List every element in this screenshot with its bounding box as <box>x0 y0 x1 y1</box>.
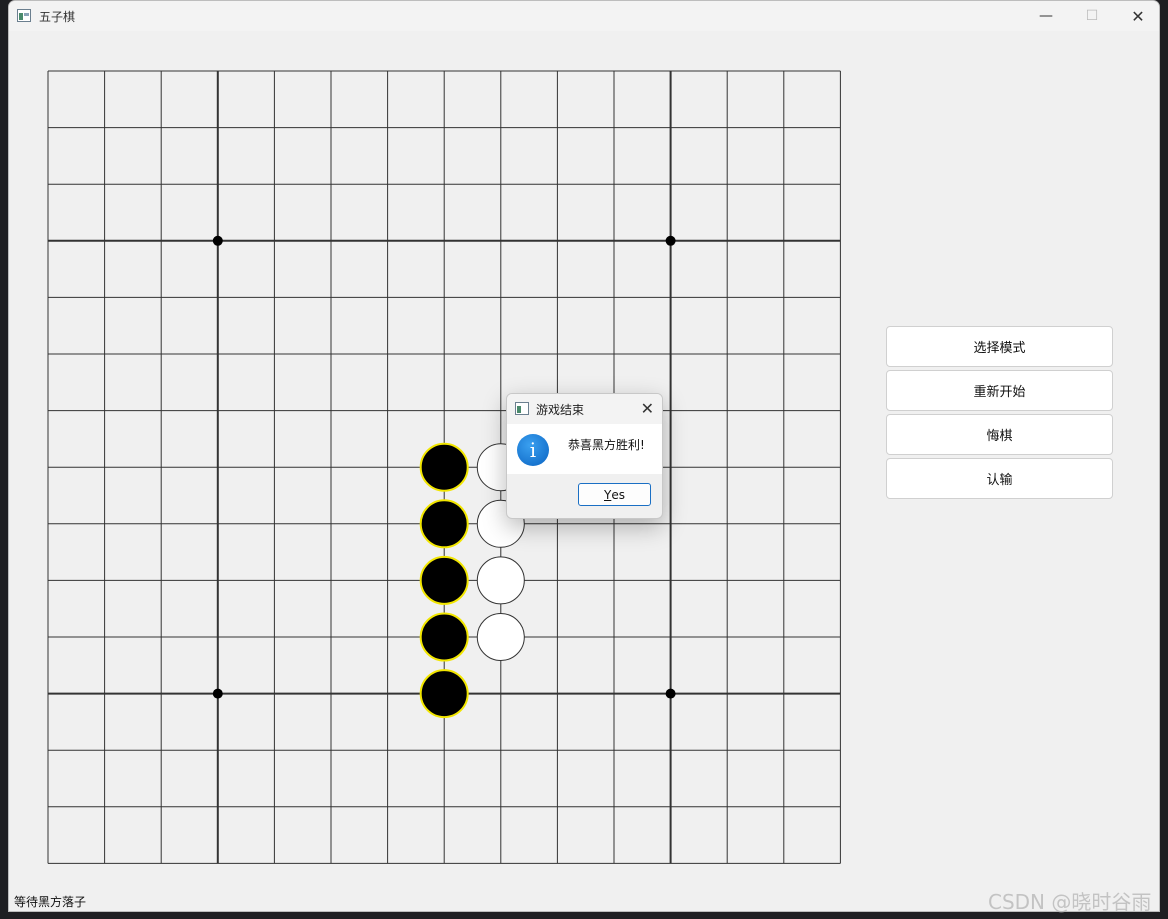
black-stone <box>419 555 469 605</box>
resign-button[interactable]: 认输 <box>886 458 1113 499</box>
star-point <box>212 688 223 699</box>
yes-label: es <box>611 487 625 502</box>
dialog-message: 恭喜黑方胜利! <box>568 438 645 452</box>
select-mode-button[interactable]: 选择模式 <box>886 326 1113 367</box>
star-point <box>212 235 223 246</box>
dialog-title: 游戏结束 <box>536 403 585 417</box>
star-point <box>665 235 676 246</box>
watermark: CSDN @晓时谷雨 <box>988 890 1152 914</box>
status-text: 等待黑方落子 <box>14 895 87 909</box>
restart-button[interactable]: 重新开始 <box>886 370 1113 411</box>
yes-button[interactable]: Yes <box>578 483 651 506</box>
window-title: 五子棋 <box>39 10 76 24</box>
star-point <box>665 688 676 699</box>
dialog-app-icon <box>515 402 529 415</box>
undo-button[interactable]: 悔棋 <box>886 414 1113 455</box>
black-stone <box>419 669 469 719</box>
dialog-close-icon[interactable]: ✕ <box>641 399 654 418</box>
background-strip-left <box>0 0 8 919</box>
gomoku-board[interactable] <box>47 70 841 864</box>
black-stone <box>419 442 469 492</box>
dialog-title-bar[interactable]: 游戏结束 ✕ <box>507 394 662 424</box>
white-stone <box>476 556 525 605</box>
background-strip-right <box>1160 0 1168 919</box>
black-stone <box>419 499 469 549</box>
dialog-body: i 恭喜黑方胜利! <box>507 424 662 474</box>
black-stone <box>419 612 469 662</box>
app-icon <box>17 9 31 22</box>
close-button[interactable]: ✕ <box>1115 1 1159 31</box>
white-stone <box>476 613 525 661</box>
game-over-dialog: 游戏结束 ✕ i 恭喜黑方胜利! Yes <box>506 393 663 519</box>
minimize-button[interactable]: — <box>1023 1 1069 31</box>
info-icon: i <box>517 434 549 466</box>
title-bar[interactable]: 五子棋 — ☐ ✕ <box>9 1 1159 31</box>
yes-mnemonic: Y <box>604 487 612 502</box>
maximize-button[interactable]: ☐ <box>1069 1 1115 31</box>
